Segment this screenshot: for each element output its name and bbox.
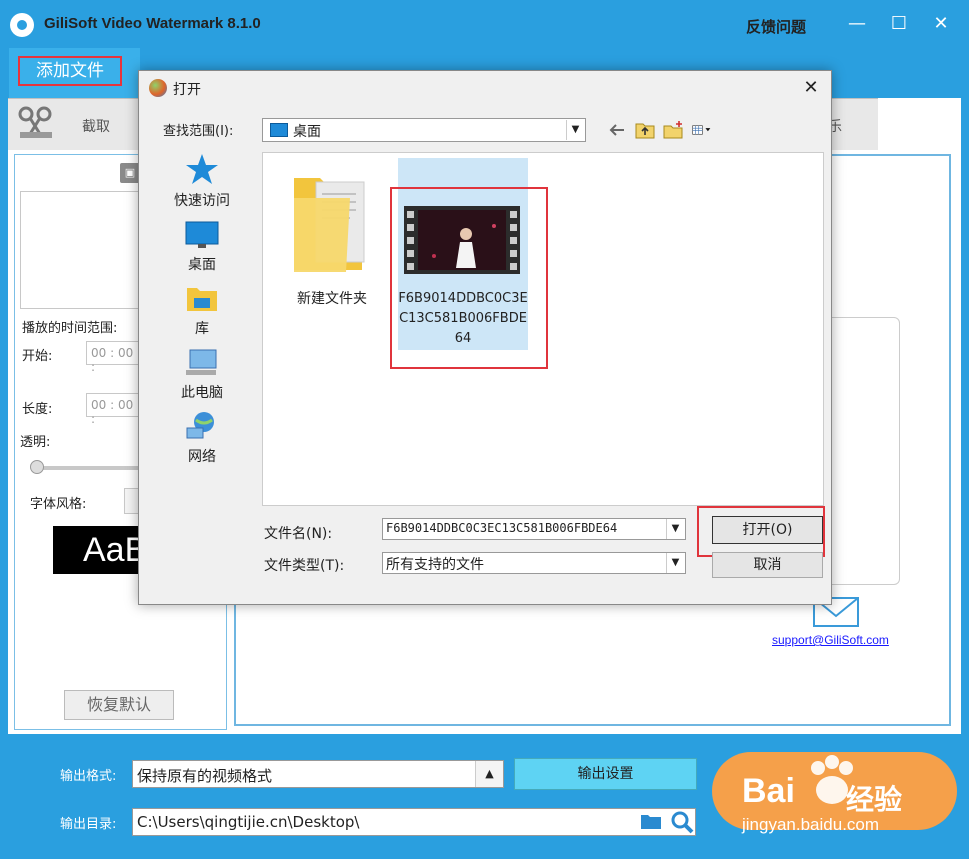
watermark-brand: Bai bbox=[742, 772, 795, 810]
dialog-title: 打开 bbox=[173, 82, 201, 98]
place-label: 桌面 bbox=[188, 257, 216, 273]
selection-highlight bbox=[390, 187, 548, 369]
add-file-button[interactable]: 添加文件 bbox=[18, 56, 122, 86]
close-icon[interactable]: ✕ bbox=[926, 10, 956, 38]
folder-icon[interactable] bbox=[290, 168, 370, 276]
place-label: 库 bbox=[195, 321, 209, 337]
computer-icon bbox=[186, 349, 217, 375]
look-in-value: 桌面 bbox=[293, 124, 321, 140]
places-bar: 快速访问 桌面 库 此电脑 网络 bbox=[160, 152, 244, 492]
filetype-select[interactable]: 所有支持的文件 bbox=[382, 552, 686, 574]
output-format-select[interactable]: 保持原有的视频格式 bbox=[132, 760, 504, 788]
chevron-down-icon[interactable]: ▼ bbox=[666, 519, 684, 539]
scissors-icon[interactable] bbox=[16, 104, 56, 142]
output-dir-label: 输出目录: bbox=[60, 817, 117, 832]
length-label: 长度: bbox=[22, 402, 53, 417]
network-icon bbox=[186, 412, 214, 439]
output-format-label: 输出格式: bbox=[60, 769, 117, 784]
dialog-close-icon[interactable]: ✕ bbox=[797, 76, 825, 100]
chevron-up-icon[interactable]: ▲ bbox=[475, 761, 503, 787]
output-dir-input[interactable]: C:\Users\qingtijie.cn\Desktop\ bbox=[132, 808, 696, 836]
output-settings-button[interactable]: 输出设置 bbox=[514, 758, 697, 790]
start-time-input[interactable]: 00 : 00 : bbox=[86, 341, 140, 374]
length-time-input[interactable]: 00 : 00 : bbox=[86, 393, 140, 426]
desktop-icon bbox=[270, 123, 288, 137]
chevron-down-icon[interactable]: ▼ bbox=[666, 553, 684, 573]
watermark-url: jingyan.baidu.com bbox=[742, 815, 880, 834]
place-library[interactable]: 库 bbox=[160, 284, 244, 338]
file-item-folder-label[interactable]: 新建文件夹 bbox=[282, 288, 382, 308]
folder-icon[interactable] bbox=[640, 813, 662, 830]
opacity-label: 透明: bbox=[20, 435, 51, 450]
toolbar-spacer bbox=[878, 98, 961, 150]
filename-input[interactable]: F6B9014DDBC0C3EC13C581B006FBDE64 bbox=[382, 518, 686, 540]
chevron-down-icon[interactable]: ▼ bbox=[566, 120, 584, 140]
search-icon[interactable] bbox=[670, 810, 694, 834]
library-icon bbox=[187, 288, 217, 311]
watermark-brand-suffix: 经验 bbox=[846, 783, 903, 816]
view-menu-icon[interactable] bbox=[692, 120, 714, 140]
tab-clip-label[interactable]: 截取 bbox=[82, 116, 110, 136]
up-folder-icon[interactable] bbox=[634, 120, 656, 140]
app-logo-icon bbox=[10, 13, 34, 37]
place-network[interactable]: 网络 bbox=[160, 410, 244, 466]
place-desktop[interactable]: 桌面 bbox=[160, 220, 244, 274]
place-label: 此电脑 bbox=[181, 385, 223, 401]
app-title: GiliSoft Video Watermark 8.1.0 bbox=[44, 15, 261, 32]
reset-default-button[interactable]: 恢复默认 bbox=[64, 690, 174, 720]
open-button-highlight bbox=[697, 506, 825, 557]
support-email-link[interactable]: support@GiliSoft.com bbox=[772, 633, 889, 647]
place-label: 快速访问 bbox=[174, 193, 230, 209]
place-this-pc[interactable]: 此电脑 bbox=[160, 348, 244, 402]
place-label: 网络 bbox=[188, 449, 216, 465]
image-icon[interactable]: ▣ bbox=[120, 163, 140, 183]
dialog-app-icon bbox=[149, 79, 167, 97]
opacity-slider-handle[interactable] bbox=[30, 460, 44, 474]
star-icon bbox=[186, 154, 218, 184]
new-folder-icon[interactable] bbox=[662, 120, 684, 140]
place-quick-access[interactable]: 快速访问 bbox=[160, 152, 244, 210]
maximize-icon[interactable]: ☐ bbox=[884, 10, 914, 38]
feedback-link[interactable]: 反馈问题 bbox=[746, 16, 806, 37]
watermark-preview bbox=[20, 191, 140, 309]
desktop-icon bbox=[185, 221, 219, 248]
play-range-label: 播放的时间范围: bbox=[22, 321, 118, 336]
filetype-label: 文件类型(T): bbox=[264, 558, 345, 574]
font-sample: AaB bbox=[53, 526, 140, 574]
back-arrow-icon[interactable] bbox=[606, 120, 628, 140]
preview-frame bbox=[830, 317, 900, 585]
look-in-label: 查找范围(I): bbox=[163, 124, 234, 139]
start-label: 开始: bbox=[22, 349, 53, 364]
font-style-label: 字体风格: bbox=[30, 497, 87, 512]
opacity-slider-track[interactable] bbox=[32, 466, 140, 470]
minimize-icon[interactable]: — bbox=[842, 10, 872, 38]
cancel-button[interactable]: 取消 bbox=[712, 552, 823, 578]
filename-label: 文件名(N): bbox=[264, 526, 333, 542]
